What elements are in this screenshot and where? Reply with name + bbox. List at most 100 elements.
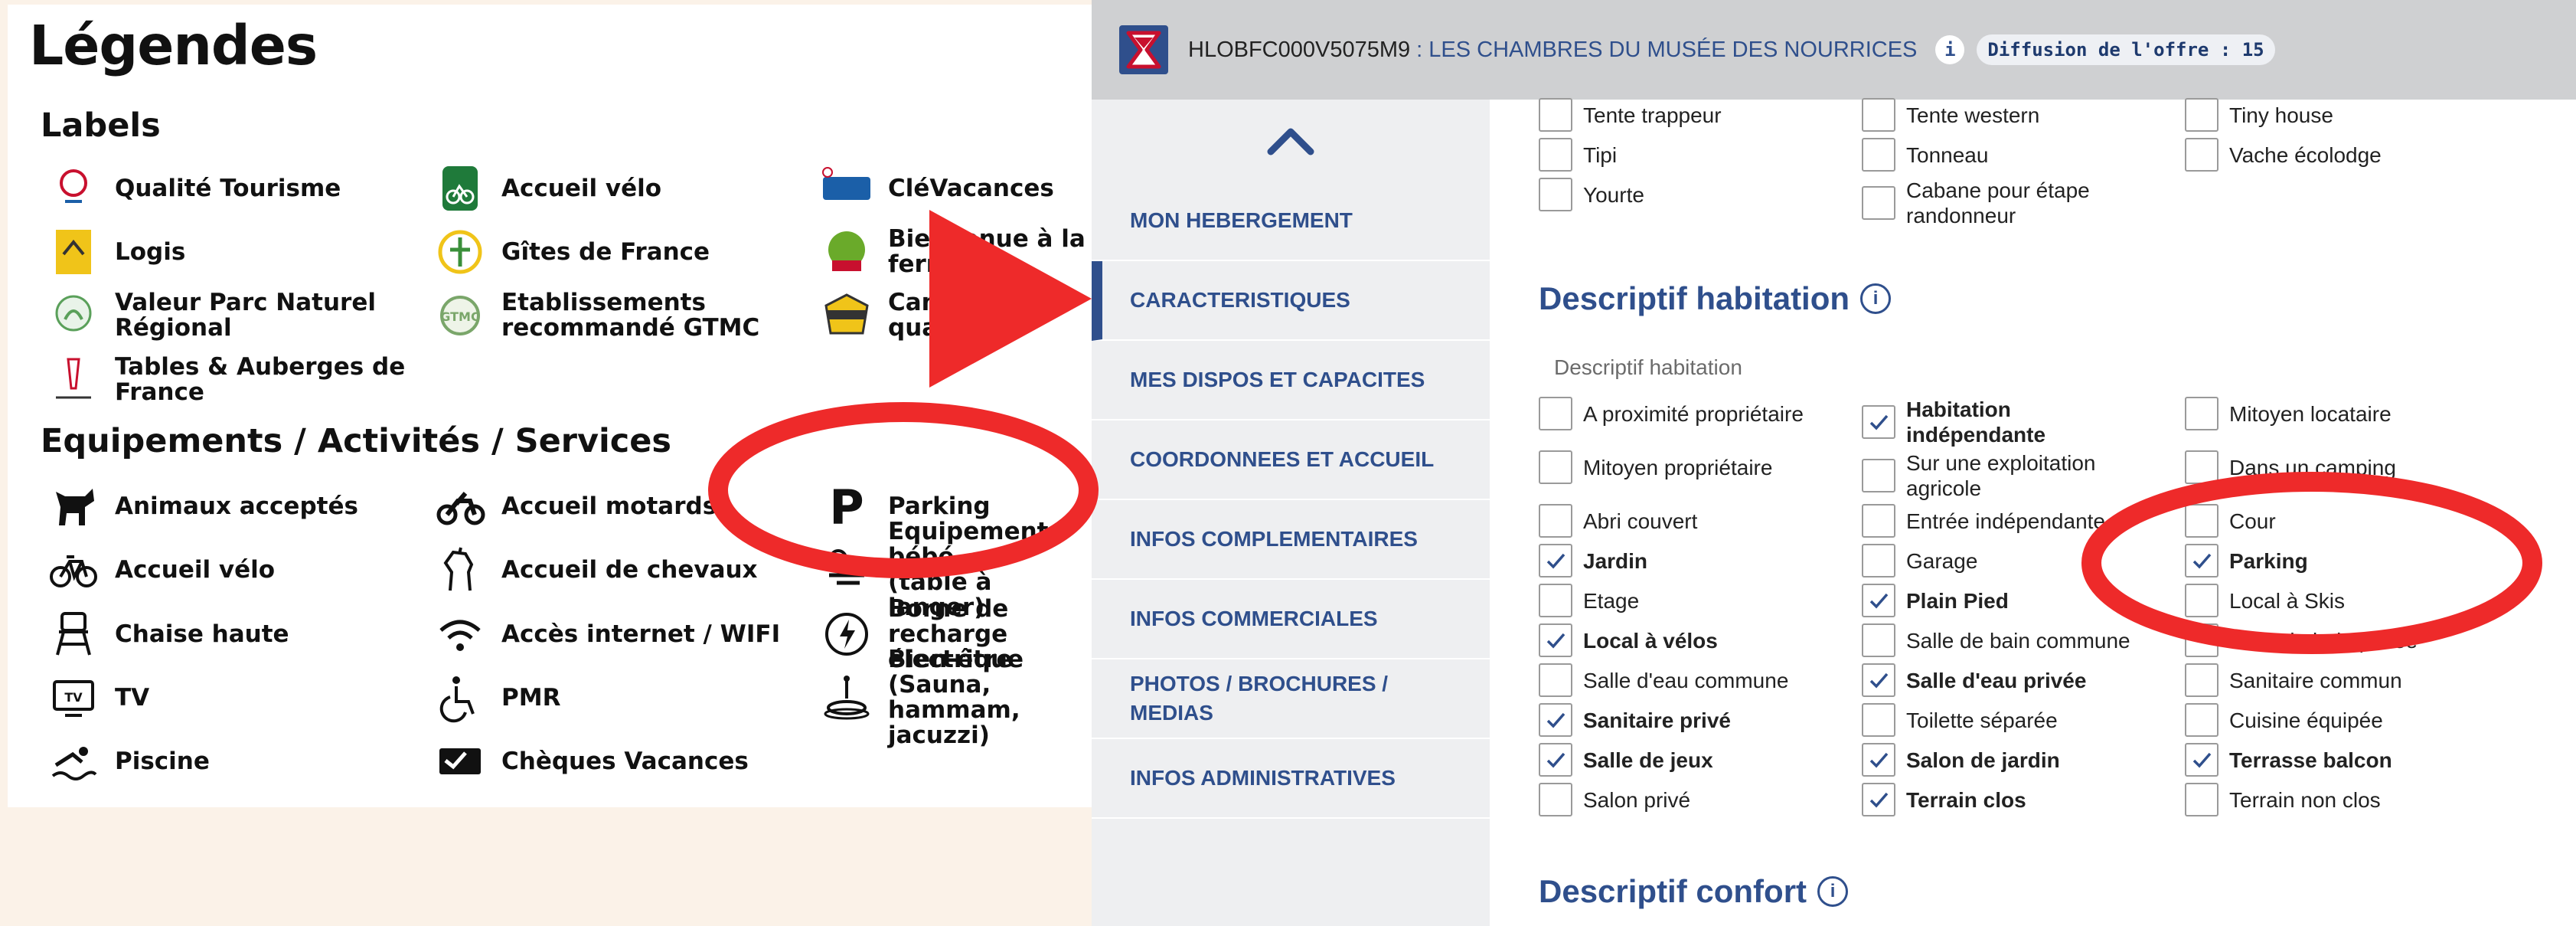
checkbox[interactable] xyxy=(2185,703,2218,737)
sidebar-item[interactable]: MON HEBERGEMENT xyxy=(1092,182,1490,261)
option-checkbox[interactable]: Tiny house xyxy=(2185,98,2333,132)
checkbox[interactable] xyxy=(1862,584,1895,617)
checkbox[interactable] xyxy=(1539,663,1572,697)
checkbox[interactable] xyxy=(2185,504,2218,538)
checkbox[interactable] xyxy=(1539,138,1572,172)
sidebar-item[interactable]: PHOTOS / BROCHURES / MEDIAS xyxy=(1092,659,1490,739)
label-item: Tables & Auberges de France xyxy=(46,349,405,411)
checkbox[interactable] xyxy=(1539,450,1572,484)
sidebar-item[interactable]: COORDONNEES ET ACCUEIL xyxy=(1092,420,1490,500)
sidebar-item[interactable]: CARACTERISTIQUES xyxy=(1092,261,1490,341)
option-checkbox[interactable]: Entrée indépendante xyxy=(1862,504,2105,538)
checkbox[interactable] xyxy=(1862,544,1895,578)
option-checkbox[interactable]: Salle d'eau commune xyxy=(1539,663,1788,697)
option-checkbox[interactable]: Parking xyxy=(2185,544,2308,578)
checkbox[interactable] xyxy=(1539,783,1572,816)
checkbox[interactable] xyxy=(2185,663,2218,697)
option-checkbox[interactable]: Local à vélos xyxy=(1539,623,1718,657)
option-checkbox[interactable]: Etage xyxy=(1539,584,1639,617)
equipment-name: Parking xyxy=(888,492,991,520)
option-checkbox[interactable]: Tipi xyxy=(1539,138,1617,172)
info-icon[interactable]: i xyxy=(1817,876,1849,907)
option-checkbox[interactable]: Salle de jeux xyxy=(1539,743,1713,777)
checkbox[interactable] xyxy=(1862,138,1895,172)
checkbox[interactable] xyxy=(2185,544,2218,578)
high-chair-icon xyxy=(46,607,101,662)
option-checkbox[interactable]: Toilette séparée xyxy=(1862,703,2058,737)
equipment-item: Accueil de chevaux xyxy=(433,539,758,600)
checkbox[interactable] xyxy=(1862,504,1895,538)
option-checkbox[interactable]: Sanitaire privé xyxy=(1539,703,1731,737)
checkbox[interactable] xyxy=(1539,98,1572,132)
option-checkbox[interactable]: Cour xyxy=(2185,504,2276,538)
option-checkbox[interactable]: Habitation indépendante xyxy=(1862,397,2045,447)
option-checkbox[interactable]: Salle d'eau privée xyxy=(1862,663,2086,697)
option-checkbox[interactable]: Terrasse balcon xyxy=(2185,743,2392,777)
checkbox[interactable] xyxy=(1862,98,1895,132)
checkbox[interactable] xyxy=(2185,450,2218,484)
checkbox[interactable] xyxy=(2185,584,2218,617)
option-checkbox[interactable]: Tonneau xyxy=(1862,138,1988,172)
option-label: Sanitaire privé xyxy=(1583,708,1731,732)
option-checkbox[interactable]: Terrain non clos xyxy=(2185,783,2381,816)
option-checkbox[interactable]: Local à Skis xyxy=(2185,584,2345,617)
option-checkbox[interactable]: A proximité propriétaire xyxy=(1539,397,1804,430)
info-icon[interactable]: i xyxy=(1860,283,1892,314)
parc-naturel-logo-icon xyxy=(46,288,101,343)
option-checkbox[interactable]: Salle de bain commune xyxy=(1862,623,2130,657)
checkbox[interactable] xyxy=(1539,623,1572,657)
checkbox[interactable] xyxy=(1862,783,1895,816)
sidebar-item[interactable]: MES DISPOS ET CAPACITES xyxy=(1092,341,1490,420)
option-checkbox[interactable]: Abri couvert xyxy=(1539,504,1697,538)
option-checkbox[interactable]: Tente trappeur xyxy=(1539,98,1722,132)
sidebar-item[interactable]: INFOS COMMERCIALES xyxy=(1092,580,1490,659)
checkbox[interactable] xyxy=(1539,504,1572,538)
label-name: Valeur Parc Naturel Régional xyxy=(115,289,376,342)
sidebar-item[interactable]: INFOS ADMINISTRATIVES xyxy=(1092,739,1490,819)
option-label: Tiny house xyxy=(2229,103,2333,127)
checkbox[interactable] xyxy=(2185,743,2218,777)
checkbox[interactable] xyxy=(2185,623,2218,657)
info-badge[interactable]: i xyxy=(1935,35,1965,64)
option-checkbox[interactable]: Terrain clos xyxy=(1862,783,2026,816)
checkbox[interactable] xyxy=(1862,405,1895,439)
checkbox[interactable] xyxy=(2185,783,2218,816)
checkbox[interactable] xyxy=(1862,459,1895,492)
checkbox[interactable] xyxy=(1862,703,1895,737)
option-checkbox[interactable]: Salon de jardin xyxy=(1862,743,2060,777)
option-checkbox[interactable]: Salon privé xyxy=(1539,783,1690,816)
option-checkbox[interactable]: Plain Pied xyxy=(1862,584,2009,617)
checkbox[interactable] xyxy=(1862,623,1895,657)
option-checkbox[interactable]: Sur une exploitation agricole xyxy=(1862,450,2096,501)
diffusion-badge[interactable]: Diffusion de l'offre : 15 xyxy=(1977,34,2275,65)
checkbox[interactable] xyxy=(1539,544,1572,578)
option-checkbox[interactable]: Cabane pour étape randonneur xyxy=(1862,178,2090,228)
option-checkbox[interactable]: Jardin xyxy=(1539,544,1647,578)
checkbox[interactable] xyxy=(2185,397,2218,430)
checkbox[interactable] xyxy=(1539,584,1572,617)
chevron-up-icon[interactable] xyxy=(1260,116,1321,162)
checkbox[interactable] xyxy=(1539,178,1572,211)
checkbox[interactable] xyxy=(1862,663,1895,697)
option-label: Tente trappeur xyxy=(1583,103,1722,127)
checkbox[interactable] xyxy=(1539,703,1572,737)
checkbox[interactable] xyxy=(2185,138,2218,172)
sidebar-item[interactable]: INFOS COMPLEMENTAIRES xyxy=(1092,500,1490,580)
option-checkbox[interactable]: Tente western xyxy=(1862,98,2039,132)
checkbox[interactable] xyxy=(1539,397,1572,430)
option-checkbox[interactable]: Sanitaire commun xyxy=(2185,663,2402,697)
option-checkbox[interactable]: Dans un camping xyxy=(2185,450,2396,484)
option-checkbox[interactable]: Yourte xyxy=(1539,178,1644,211)
option-label: Salle de bain commune xyxy=(1906,628,2130,653)
option-checkbox[interactable]: Salle de bain privée xyxy=(2185,623,2418,657)
option-checkbox[interactable]: Cuisine équipée xyxy=(2185,703,2383,737)
horse-icon xyxy=(433,542,488,597)
checkbox[interactable] xyxy=(1539,743,1572,777)
option-checkbox[interactable]: Mitoyen propriétaire xyxy=(1539,450,1772,484)
checkbox[interactable] xyxy=(1862,743,1895,777)
checkbox[interactable] xyxy=(2185,98,2218,132)
checkbox[interactable] xyxy=(1862,186,1895,220)
option-checkbox[interactable]: Vache écolodge xyxy=(2185,138,2382,172)
option-checkbox[interactable]: Garage xyxy=(1862,544,1977,578)
option-checkbox[interactable]: Mitoyen locataire xyxy=(2185,397,2392,430)
